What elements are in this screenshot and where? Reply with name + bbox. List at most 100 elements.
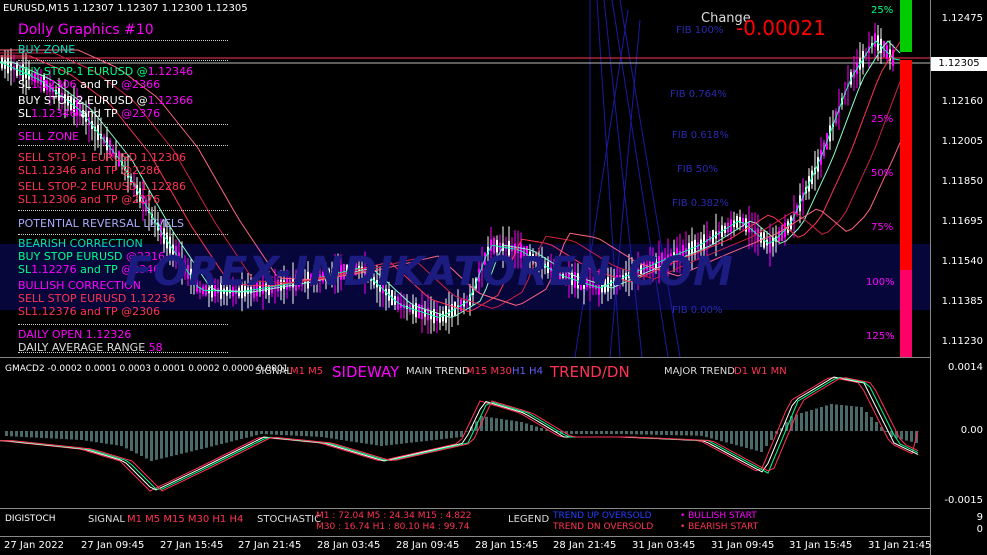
histogram-bar bbox=[90, 431, 93, 442]
time-tick: 31 Jan 03:45 bbox=[632, 540, 696, 551]
time-tick: 31 Jan 15:45 bbox=[789, 540, 853, 551]
fib-764-label: FIB 0.764% bbox=[670, 89, 727, 100]
main-chart[interactable]: EURUSD,M15 1.12307 1.12307 1.12300 1.123… bbox=[0, 0, 930, 357]
histogram-bar bbox=[215, 431, 218, 446]
separator bbox=[18, 60, 228, 61]
histogram-bar bbox=[720, 431, 723, 442]
separator bbox=[18, 234, 228, 235]
buy-zone-label: BUY ZONE bbox=[18, 43, 76, 56]
histogram-bar bbox=[355, 431, 358, 443]
macd-canvas[interactable] bbox=[0, 358, 930, 508]
histogram-bar bbox=[865, 412, 868, 431]
histogram-bar bbox=[400, 431, 403, 444]
histogram-bar bbox=[295, 431, 298, 436]
candle-body bbox=[769, 237, 771, 253]
buy-stop1-sl: SL1.12306 and TP @2366 bbox=[18, 78, 161, 91]
digistoch-title: DIGISTOCH bbox=[5, 514, 56, 524]
histogram-bar bbox=[730, 431, 733, 444]
histogram-bar bbox=[425, 431, 428, 441]
strength-bar-green bbox=[900, 0, 912, 52]
histogram-bar bbox=[345, 431, 348, 441]
fib-0-label: FIB 0.00% bbox=[672, 305, 723, 316]
histogram-bar bbox=[650, 431, 653, 435]
price-axis[interactable]: 1.12475 1.12305 1.12160 1.12005 1.11850 … bbox=[930, 0, 987, 555]
daily-open-label: DAILY OPEN 1.12326 bbox=[18, 328, 132, 341]
histogram-bar bbox=[825, 405, 828, 431]
histogram-bar bbox=[375, 431, 378, 446]
histogram-bar bbox=[385, 431, 388, 446]
histogram-bar bbox=[570, 431, 573, 434]
histogram-bar bbox=[840, 405, 843, 431]
price-tick: 1.11540 bbox=[941, 256, 983, 267]
histogram-bar bbox=[765, 431, 768, 446]
histogram-bar bbox=[280, 431, 283, 435]
histogram-bar bbox=[100, 431, 103, 443]
main-trend-label: MAIN TREND bbox=[406, 366, 470, 377]
histogram-bar bbox=[5, 431, 8, 437]
histogram-bar bbox=[445, 431, 448, 439]
histogram-bar bbox=[500, 419, 503, 431]
candle-body bbox=[874, 33, 876, 47]
histogram-bar bbox=[380, 431, 383, 446]
histogram-bar bbox=[700, 431, 703, 436]
histogram-bar bbox=[760, 431, 763, 452]
histogram-bar bbox=[145, 431, 148, 459]
histogram-bar bbox=[220, 431, 223, 444]
histogram-bar bbox=[60, 431, 63, 439]
histogram-bar bbox=[305, 431, 308, 437]
macd-pane[interactable]: GMACD2 -0.0002 0.0001 0.0003 0.0001 0.00… bbox=[0, 358, 930, 508]
histogram-bar bbox=[755, 431, 758, 451]
histogram-bar bbox=[105, 431, 108, 444]
histogram-bar bbox=[680, 431, 683, 436]
histogram-bar bbox=[745, 431, 748, 448]
histogram-bar bbox=[635, 431, 638, 435]
histogram-bar bbox=[875, 422, 878, 431]
price-tick: 1.11850 bbox=[941, 176, 983, 187]
histogram-bar bbox=[670, 431, 673, 436]
stochastic-label: STOCHASTIC bbox=[257, 514, 322, 525]
digistoch-signal-tfs: M1 M5 M15 M30 H1 H4 bbox=[127, 514, 244, 525]
main-trend-tfs2: H1 H4 bbox=[512, 366, 543, 377]
histogram-bar bbox=[240, 431, 243, 439]
time-tick: 27 Jan 2022 bbox=[4, 540, 64, 551]
histogram-bar bbox=[505, 419, 508, 431]
stochastic-row1: M1 : 72.04 M5 : 24.34 M15 : 4.822 bbox=[316, 511, 472, 521]
separator bbox=[18, 210, 228, 211]
digistoch-tick: 9 bbox=[976, 512, 983, 523]
digistoch-tick: 0 bbox=[976, 524, 983, 535]
histogram-bar bbox=[580, 431, 583, 434]
histogram-bar bbox=[235, 431, 238, 441]
main-trend-tfs: M15 M30 bbox=[466, 366, 512, 377]
histogram-bar bbox=[485, 416, 488, 431]
panel-title: Dolly Graphics #10 bbox=[18, 22, 154, 38]
macd-tick: -0.0015 bbox=[944, 495, 983, 506]
sell-stop1-label: SELL STOP-1 EURUSD 1.12306 bbox=[18, 151, 187, 164]
histogram-bar bbox=[715, 431, 718, 440]
histogram-bar bbox=[605, 431, 608, 434]
histogram-bar bbox=[725, 431, 728, 443]
histogram-bar bbox=[855, 406, 858, 431]
time-axis[interactable]: 27 Jan 2022 27 Jan 09:45 27 Jan 15:45 27… bbox=[0, 536, 931, 555]
histogram-bar bbox=[125, 431, 128, 449]
time-tick: 27 Jan 09:45 bbox=[81, 540, 145, 551]
histogram-bar bbox=[230, 431, 233, 442]
histogram-bar bbox=[740, 431, 743, 447]
histogram-bar bbox=[365, 431, 368, 444]
trend-dn-label: TREND/DN bbox=[550, 363, 630, 381]
histogram-bar bbox=[655, 431, 658, 435]
histogram-bar bbox=[625, 431, 628, 435]
sideway-label: SIDEWAY bbox=[332, 363, 400, 381]
histogram-bar bbox=[325, 431, 328, 438]
histogram-bar bbox=[490, 417, 493, 431]
sell-stop2-sl: SL1.12306 and TP @2276 bbox=[18, 193, 161, 206]
histogram-bar bbox=[410, 431, 413, 443]
pct-125: 125% bbox=[866, 331, 895, 342]
histogram-bar bbox=[15, 431, 18, 437]
histogram-bar bbox=[735, 431, 738, 446]
histogram-bar bbox=[310, 431, 313, 437]
digistoch-pane[interactable]: DIGISTOCH SIGNAL M1 M5 M15 M30 H1 H4 STO… bbox=[0, 509, 930, 536]
histogram-bar bbox=[530, 425, 533, 431]
fib-100-label: FIB 100% bbox=[676, 25, 724, 36]
legend-trend-up: TREND UP OVERSOLD bbox=[553, 511, 652, 521]
major-trend-tfs: D1 W1 MN bbox=[734, 366, 787, 377]
